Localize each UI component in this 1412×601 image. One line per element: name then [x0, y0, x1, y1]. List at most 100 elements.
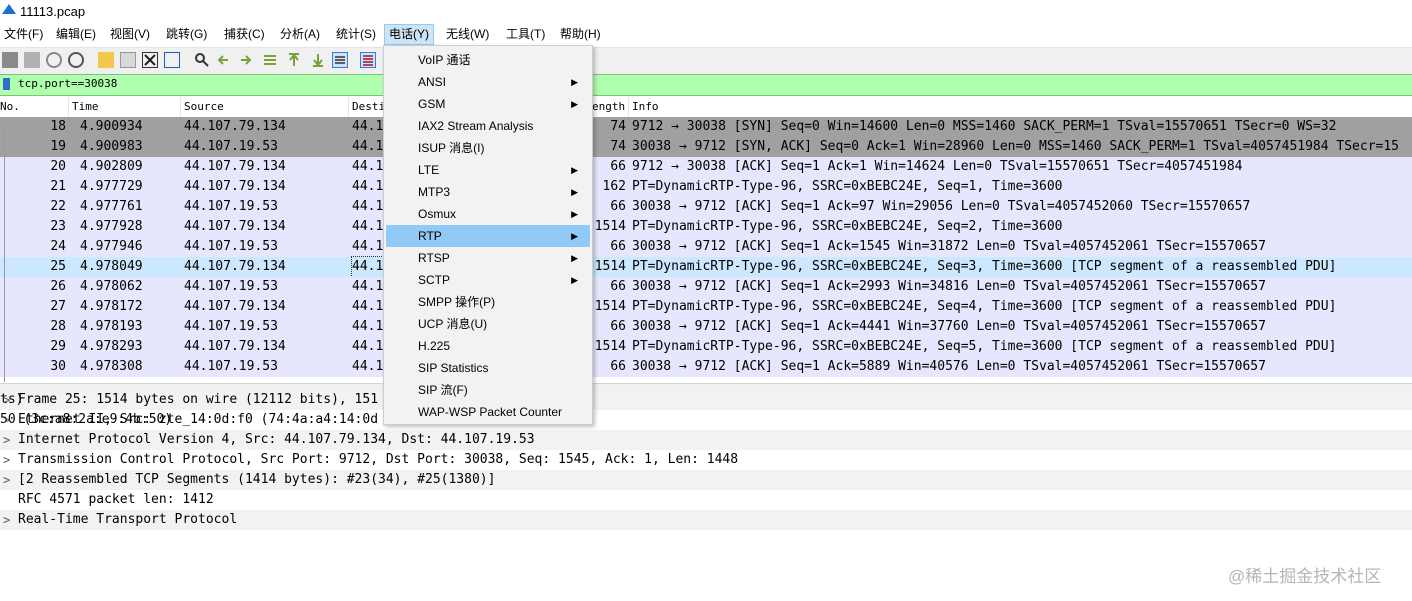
menu-wireless[interactable]: 无线(W): [442, 24, 493, 45]
packet-source: 44.107.19.53: [184, 319, 278, 334]
telephony-menu-item[interactable]: ANSI ▶: [386, 71, 590, 93]
packet-info: PT=DynamicRTP-Type-96, SSRC=0xBEBC24E, S…: [632, 179, 1063, 194]
packet-row[interactable]: 23 4.977928 44.107.79.134 44.1 1514 PT=Dynami…: [0, 217, 1412, 237]
telephony-menu-item[interactable]: RTP ▶: [386, 225, 590, 247]
menu-tools[interactable]: 工具(T): [502, 24, 549, 45]
packet-row[interactable]: 22 4.977761 44.107.19.53 44.1 66 30038 → 9712…: [0, 197, 1412, 217]
detail-text: Frame 25: 1514 bytes on wire (12112 bits…: [18, 392, 379, 407]
last-packet-icon[interactable]: [310, 52, 326, 68]
telephony-menu-item[interactable]: SMPP 操作(P): [386, 291, 590, 313]
colorize-icon[interactable]: [360, 52, 376, 68]
detail-row[interactable]: > Transmission Control Protocol, Src Port…: [0, 450, 1412, 470]
col-header-length[interactable]: ength: [588, 97, 628, 117]
packet-row[interactable]: 21 4.977729 44.107.79.134 44.1 162 PT=Dynamic…: [0, 177, 1412, 197]
packet-destination: 44.1: [352, 179, 384, 194]
packet-source: 44.107.79.134: [184, 259, 286, 274]
col-header-no[interactable]: No.: [0, 97, 68, 117]
col-header-source[interactable]: Source: [180, 97, 348, 117]
packet-row[interactable]: 20 4.902809 44.107.79.134 44.1 66 9712 → 3003…: [0, 157, 1412, 177]
menu-telephony[interactable]: 电话(Y): [384, 24, 434, 45]
telephony-menu-item[interactable]: RTSP ▶: [386, 247, 590, 269]
telephony-menu-item[interactable]: SIP Statistics: [386, 357, 590, 379]
telephony-menu-item[interactable]: GSM ▶: [386, 93, 590, 115]
detail-row[interactable]: > Internet Protocol Version 4, Src: 44.10…: [0, 430, 1412, 450]
go-to-packet-icon[interactable]: [262, 52, 278, 68]
detail-row[interactable]: > [2 Reassembled TCP Segments (1414 bytes…: [0, 470, 1412, 490]
menu-view[interactable]: 视图(V): [106, 24, 154, 45]
first-packet-icon[interactable]: [286, 52, 302, 68]
packet-row[interactable]: 24 4.977946 44.107.19.53 44.1 66 30038 → 9712…: [0, 237, 1412, 257]
detail-text: RFC 4571 packet len: 1412: [18, 492, 214, 507]
detail-row[interactable]: > Frame 25: 1514 bytes on wire (12112 bit…: [0, 390, 1412, 410]
packet-row[interactable]: 19 4.900983 44.107.19.53 44.1 74 30038 → 9712…: [0, 137, 1412, 157]
menu-file[interactable]: 文件(F): [0, 24, 47, 45]
restart-capture-icon[interactable]: [46, 52, 62, 68]
menu-analyze[interactable]: 分析(A): [276, 24, 324, 45]
menu-edit[interactable]: 编辑(E): [52, 24, 100, 45]
menu-capture[interactable]: 捕获(C): [220, 24, 269, 45]
chevron-right-icon[interactable]: >: [3, 470, 10, 490]
col-header-time[interactable]: Time: [68, 97, 180, 117]
go-back-icon[interactable]: [216, 52, 232, 68]
chevron-right-icon[interactable]: >: [3, 510, 10, 530]
capture-options-icon[interactable]: [68, 52, 84, 68]
main-toolbar: [0, 47, 1412, 74]
menu-item-label: VoIP 通话: [418, 53, 471, 67]
packet-row[interactable]: 26 4.978062 44.107.19.53 44.1 66 30038 → 9712…: [0, 277, 1412, 297]
menu-item-label: UCP 消息(U): [418, 317, 488, 331]
packet-info: 9712 → 30038 [ACK] Seq=1 Ack=1 Win=14624…: [632, 159, 1243, 174]
stop-capture-icon[interactable]: [24, 52, 40, 68]
start-capture-icon[interactable]: [2, 52, 18, 68]
telephony-menu-item[interactable]: H.225: [386, 335, 590, 357]
packet-source: 44.107.19.53: [184, 139, 278, 154]
menu-help[interactable]: 帮助(H): [556, 24, 605, 45]
packet-info: 30038 → 9712 [ACK] Seq=1 Ack=1545 Win=31…: [632, 239, 1266, 254]
telephony-menu-item[interactable]: WAP-WSP Packet Counter: [386, 401, 590, 423]
save-file-icon[interactable]: [120, 52, 136, 68]
telephony-menu-item[interactable]: VoIP 通话: [386, 49, 590, 71]
menu-statistics[interactable]: 统计(S): [332, 24, 380, 45]
display-filter-bar[interactable]: tcp.port==30038: [0, 74, 1412, 96]
menu-bar: 文件(F) 编辑(E) 视图(V) 跳转(G) 捕获(C) 分析(A) 统计(S…: [0, 24, 1412, 45]
packet-list[interactable]: No. Time Source Desti ength Info 18 4.900…: [0, 97, 1412, 382]
detail-row[interactable]: > Ethernet II, Src: zte_14:0d:f0 (74:4a:a…: [0, 410, 1412, 430]
detail-row[interactable]: > Real-Time Transport Protocol: [0, 510, 1412, 530]
watermark: @稀土掘金技术社区: [1228, 567, 1382, 586]
telephony-menu-item[interactable]: IAX2 Stream Analysis: [386, 115, 590, 137]
display-filter-input[interactable]: tcp.port==30038: [18, 77, 117, 90]
menu-item-label: ISUP 消息(I): [418, 141, 485, 155]
close-file-icon[interactable]: [142, 52, 158, 68]
packet-row[interactable]: 25 4.978049 44.107.79.134 44.1 1514 PT=Dynami…: [0, 256, 1412, 278]
packet-source: 44.107.79.134: [184, 339, 286, 354]
telephony-menu-item[interactable]: MTP3 ▶: [386, 181, 590, 203]
chevron-right-icon[interactable]: >: [3, 430, 10, 450]
telephony-menu-item[interactable]: LTE ▶: [386, 159, 590, 181]
find-packet-icon[interactable]: [194, 52, 210, 68]
packet-row[interactable]: 28 4.978193 44.107.19.53 44.1 66 30038 → 9712…: [0, 317, 1412, 337]
packet-row[interactable]: 30 4.978308 44.107.19.53 44.1 66 30038 → 9712…: [0, 357, 1412, 377]
open-file-icon[interactable]: [98, 52, 114, 68]
chevron-right-icon[interactable]: >: [3, 450, 10, 470]
packet-no: 22: [50, 199, 66, 214]
packet-row[interactable]: 29 4.978293 44.107.79.134 44.1 1514 PT=Dynami…: [0, 337, 1412, 357]
packet-row[interactable]: 27 4.978172 44.107.79.134 44.1 1514 PT=Dynami…: [0, 297, 1412, 317]
reload-icon[interactable]: [164, 52, 180, 68]
telephony-menu-item[interactable]: UCP 消息(U): [386, 313, 590, 335]
autoscroll-icon[interactable]: [332, 52, 348, 68]
packet-info: 30038 → 9712 [SYN, ACK] Seq=0 Ack=1 Win=…: [632, 139, 1400, 154]
packet-destination: 44.1: [352, 299, 384, 314]
go-forward-icon[interactable]: [238, 52, 254, 68]
menu-go[interactable]: 跳转(G): [162, 24, 211, 45]
packet-details[interactable]: > Frame 25: 1514 bytes on wire (12112 bit…: [0, 390, 1412, 601]
detail-row[interactable]: RFC 4571 packet len: 1412: [0, 490, 1412, 510]
submenu-arrow-icon: ▶: [571, 231, 578, 241]
telephony-menu-item[interactable]: Osmux ▶: [386, 203, 590, 225]
telephony-menu-item[interactable]: SCTP ▶: [386, 269, 590, 291]
telephony-menu-item[interactable]: ISUP 消息(I): [386, 137, 590, 159]
telephony-menu-item[interactable]: SIP 流(F): [386, 379, 590, 401]
col-header-info[interactable]: Info: [628, 97, 1412, 117]
bookmark-icon[interactable]: [3, 78, 10, 90]
chevron-right-icon[interactable]: >: [3, 410, 10, 430]
packet-row[interactable]: 18 4.900934 44.107.79.134 44.1 74 9712 → 3003…: [0, 117, 1412, 137]
chevron-right-icon[interactable]: >: [3, 390, 10, 410]
